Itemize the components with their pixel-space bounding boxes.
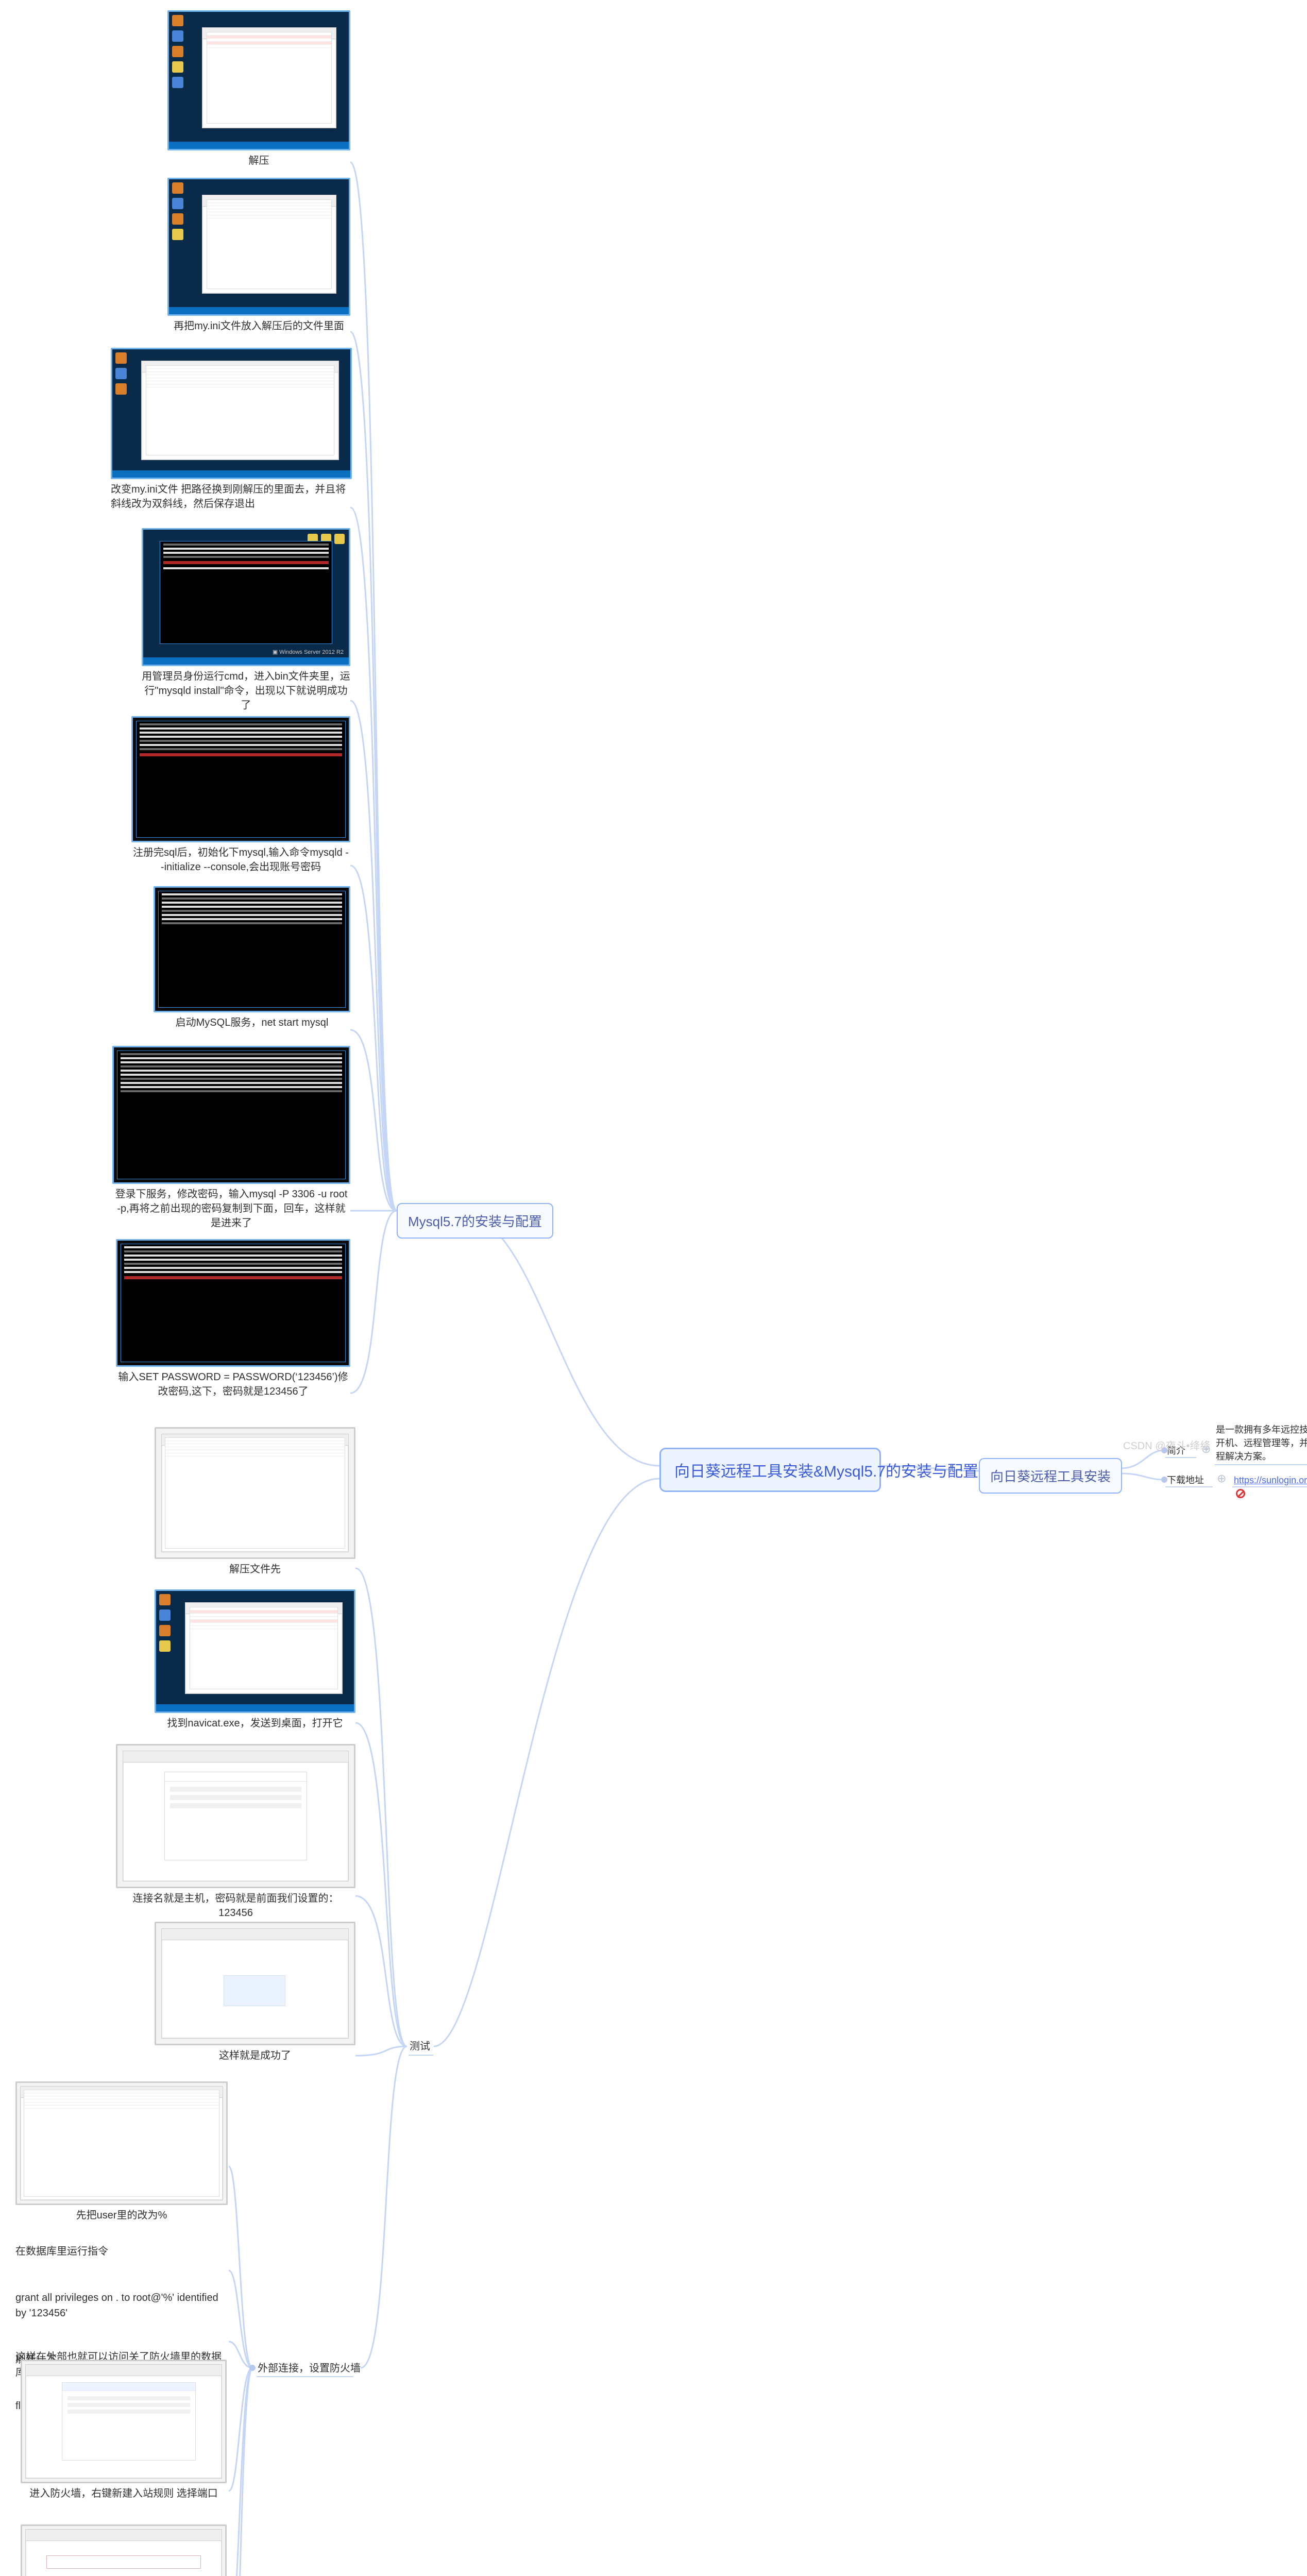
underline bbox=[1215, 1464, 1307, 1465]
caption: 这样就是成功了 bbox=[155, 2048, 355, 2063]
branch-sunlogin[interactable]: 向日葵远程工具安装 bbox=[979, 1458, 1122, 1494]
underline bbox=[1165, 1457, 1196, 1458]
branch-sunlogin-label: 向日葵远程工具安装 bbox=[990, 1469, 1111, 1484]
mysql-step-4: 注册完sql后，初始化下mysql,输入命令mysqld --initializ… bbox=[131, 716, 350, 874]
test-step-2: 连接名就是主机，密码就是前面我们设置的：123456 bbox=[116, 1744, 355, 1920]
mysql-step-2: 改变my.ini文件 把路径换到刚解压的里面去，并且将斜线改为双斜线，然后保存退… bbox=[111, 348, 352, 511]
mysql-step-0: 解压 bbox=[167, 10, 350, 168]
forbidden-icon bbox=[1236, 1489, 1245, 1498]
mysql-step-6: 登录下服务，修改密码，输入mysql -P 3306 -u root -p,再将… bbox=[112, 1046, 350, 1230]
mysql-step-7: 输入SET PASSWORD = PASSWORD(‘123456’)修改密码,… bbox=[116, 1239, 350, 1399]
mysql-step-3: ▣ Windows Server 2012 R2 用管理员身份运行cmd，进入b… bbox=[142, 528, 350, 713]
sql-grant: grant all privileges on . to root@'%' id… bbox=[15, 2292, 218, 2319]
caption: 解压 bbox=[167, 154, 350, 168]
caption: 连接名就是主机，密码就是前面我们设置的：123456 bbox=[116, 1891, 355, 1920]
mysql-step-5: 启动MySQL服务，net start mysql bbox=[154, 886, 350, 1030]
download-link[interactable]: https://sunlogin.oray.com/ bbox=[1234, 1475, 1307, 1485]
test-step-0: 解压文件先 bbox=[155, 1427, 355, 1577]
mysql-step-1: 再把my.ini文件放入解压后的文件里面 bbox=[167, 178, 350, 333]
caption: 注册完sql后，初始化下mysql,输入命令mysqld --initializ… bbox=[131, 845, 350, 874]
root-title: 向日葵远程工具安装&Mysql5.7的安装与配置 bbox=[674, 1463, 978, 1480]
caption: 登录下服务，修改密码，输入mysql -P 3306 -u root -p,再将… bbox=[112, 1187, 350, 1230]
underline bbox=[409, 2055, 433, 2056]
label: 下载地址 bbox=[1167, 1475, 1204, 1485]
caption: 再把my.ini文件放入解压后的文件里面 bbox=[167, 319, 350, 333]
caption: 解压文件先 bbox=[155, 1562, 355, 1577]
sunlogin-download-label: 下载地址 bbox=[1167, 1473, 1204, 1487]
branch-test-label: 测试 bbox=[410, 2041, 430, 2052]
underline bbox=[1232, 1486, 1307, 1487]
branch-mysql-label: Mysql5.7的安装与配置 bbox=[408, 1214, 542, 1229]
underline bbox=[1165, 1486, 1213, 1487]
ext-fw-2: 输入3306 bbox=[21, 2524, 227, 2576]
caption: 启动MySQL服务，net start mysql bbox=[154, 1015, 350, 1030]
expand-icon[interactable]: ⊕ bbox=[1217, 1472, 1226, 1485]
test-step-1: 找到navicat.exe，发送到桌面，打开它 bbox=[155, 1589, 355, 1731]
branch-test[interactable]: 测试 bbox=[410, 2039, 430, 2054]
underline bbox=[257, 2376, 353, 2377]
test-step-3: 这样就是成功了 bbox=[155, 1922, 355, 2063]
caption: 输入SET PASSWORD = PASSWORD(‘123456’)修改密码,… bbox=[116, 1370, 350, 1399]
ext-user: 先把user里的改为% bbox=[15, 2081, 228, 2223]
sunlogin-intro-text: 是一款拥有多年远控技术经验的远程控制软件，可远程控制手机、远程桌面连接、远程开机… bbox=[1216, 1423, 1307, 1463]
caption: 进入防火墙，右键新建入站规则 选择端口 bbox=[21, 2486, 227, 2501]
root-node: 向日葵远程工具安装&Mysql5.7的安装与配置 bbox=[659, 1448, 881, 1492]
caption: 改变my.ini文件 把路径换到刚解压的里面去，并且将斜线改为双斜线，然后保存退… bbox=[111, 482, 352, 511]
sql-title: 在数据库里运行指令 bbox=[15, 2246, 108, 2257]
ext-fw-1: 进入防火墙，右键新建入站规则 选择端口 bbox=[21, 2360, 227, 2501]
watermark: CSDN @夜斗•绛绛 bbox=[1123, 1437, 1211, 1452]
branch-mysql[interactable]: Mysql5.7的安装与配置 bbox=[397, 1203, 553, 1239]
caption: 用管理员身份运行cmd，进入bin文件夹里，运行"mysqld install"… bbox=[142, 669, 350, 713]
caption: 找到navicat.exe，发送到桌面，打开它 bbox=[155, 1716, 355, 1731]
branch-external-label: 外部连接，设置防火墙 bbox=[258, 2363, 361, 2374]
caption: 先把user里的改为% bbox=[15, 2208, 228, 2223]
branch-external[interactable]: 外部连接，设置防火墙 bbox=[258, 2361, 361, 2376]
